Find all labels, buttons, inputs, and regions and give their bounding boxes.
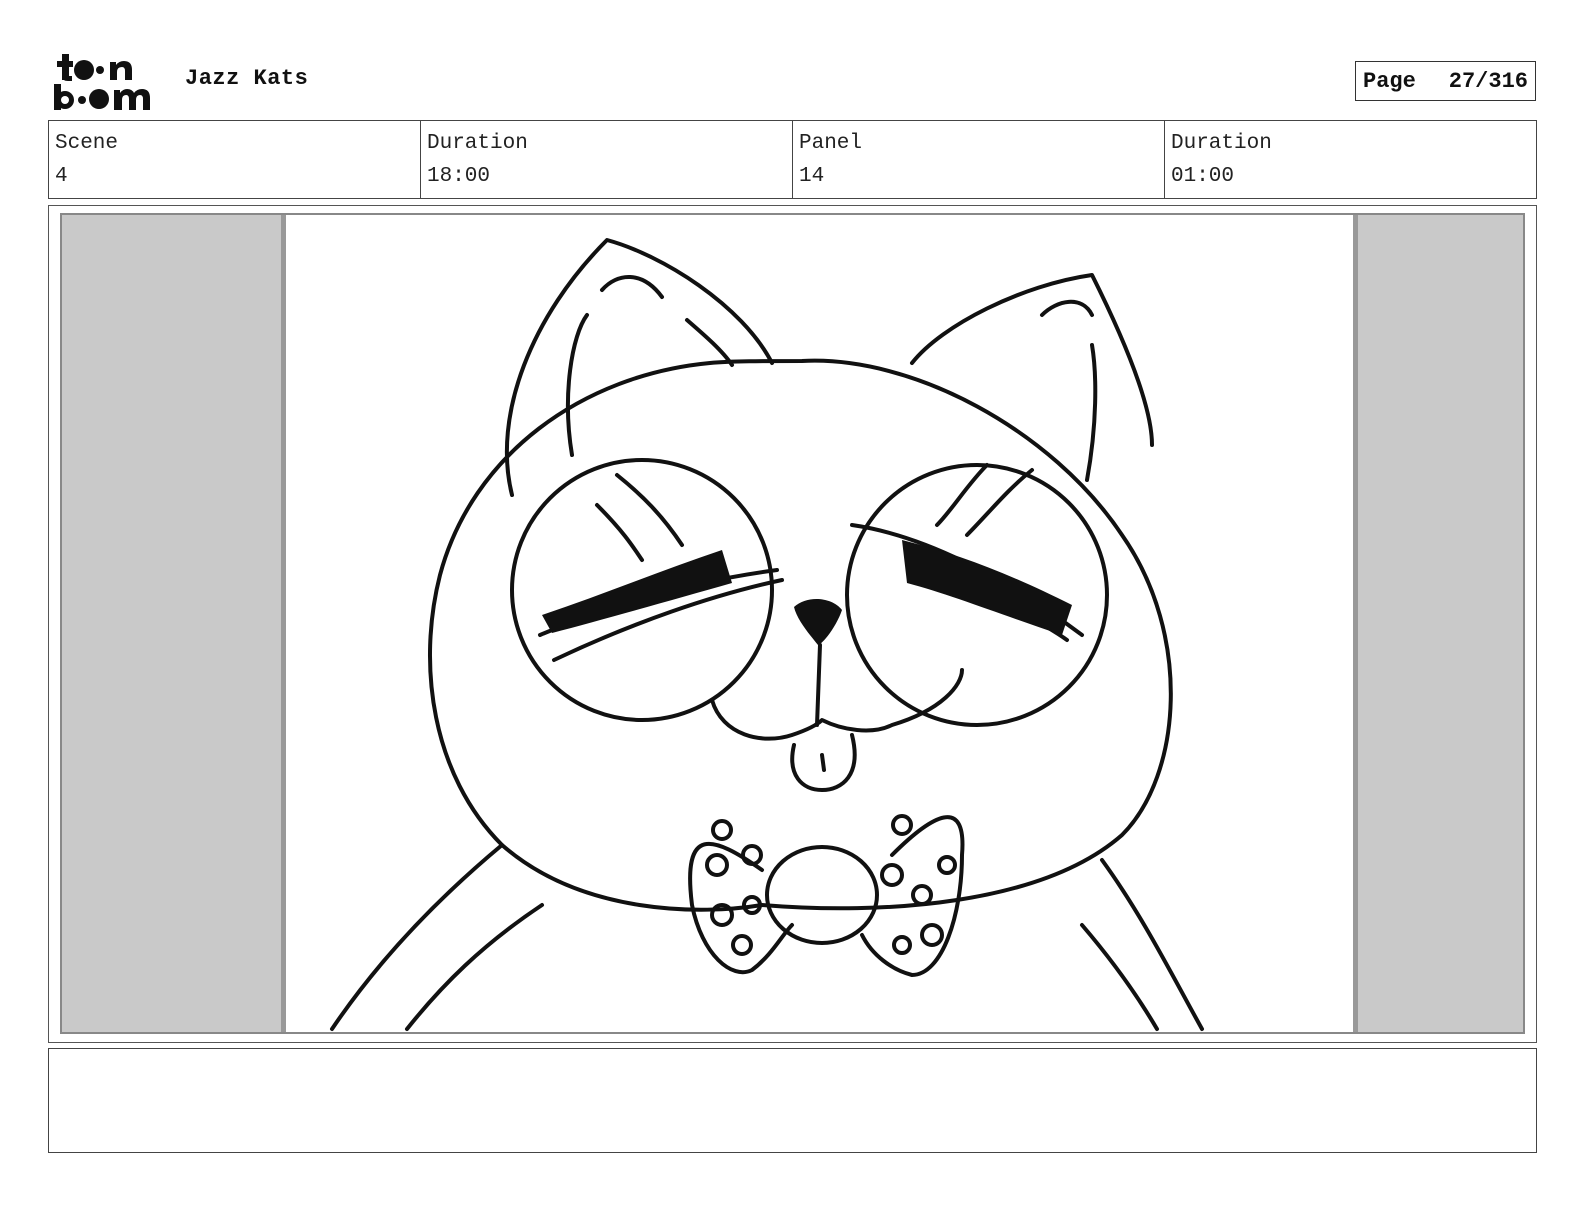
scene-cell: Scene 4 [49, 121, 421, 198]
page-label: Page [1363, 68, 1416, 94]
page-number: 27/316 [1448, 68, 1528, 94]
cat-with-bowtie-sketch [330, 238, 1204, 1031]
panel-cell: Panel 14 [793, 121, 1165, 198]
scene-duration-cell: Duration 18:00 [421, 121, 793, 198]
panel-image [60, 213, 1525, 1034]
toon-boom-logo [52, 50, 164, 112]
scene-duration-value: 18:00 [427, 165, 491, 188]
project-title: Jazz Kats [185, 66, 309, 91]
panel-label: Panel [799, 132, 863, 155]
panel-value: 14 [799, 165, 825, 188]
scene-label: Scene [55, 132, 119, 155]
panel-duration-value: 01:00 [1171, 165, 1235, 188]
scene-duration-label: Duration [427, 132, 528, 155]
notes-box [48, 1048, 1537, 1153]
scene-value: 4 [55, 165, 68, 188]
page-indicator: Page 27/316 [1355, 61, 1536, 101]
panel-duration-cell: Duration 01:00 [1165, 121, 1536, 198]
panel-duration-label: Duration [1171, 132, 1272, 155]
scene-info-table: Scene 4 Duration 18:00 Panel 14 Duration… [48, 120, 1537, 199]
panel-frame [48, 205, 1537, 1043]
